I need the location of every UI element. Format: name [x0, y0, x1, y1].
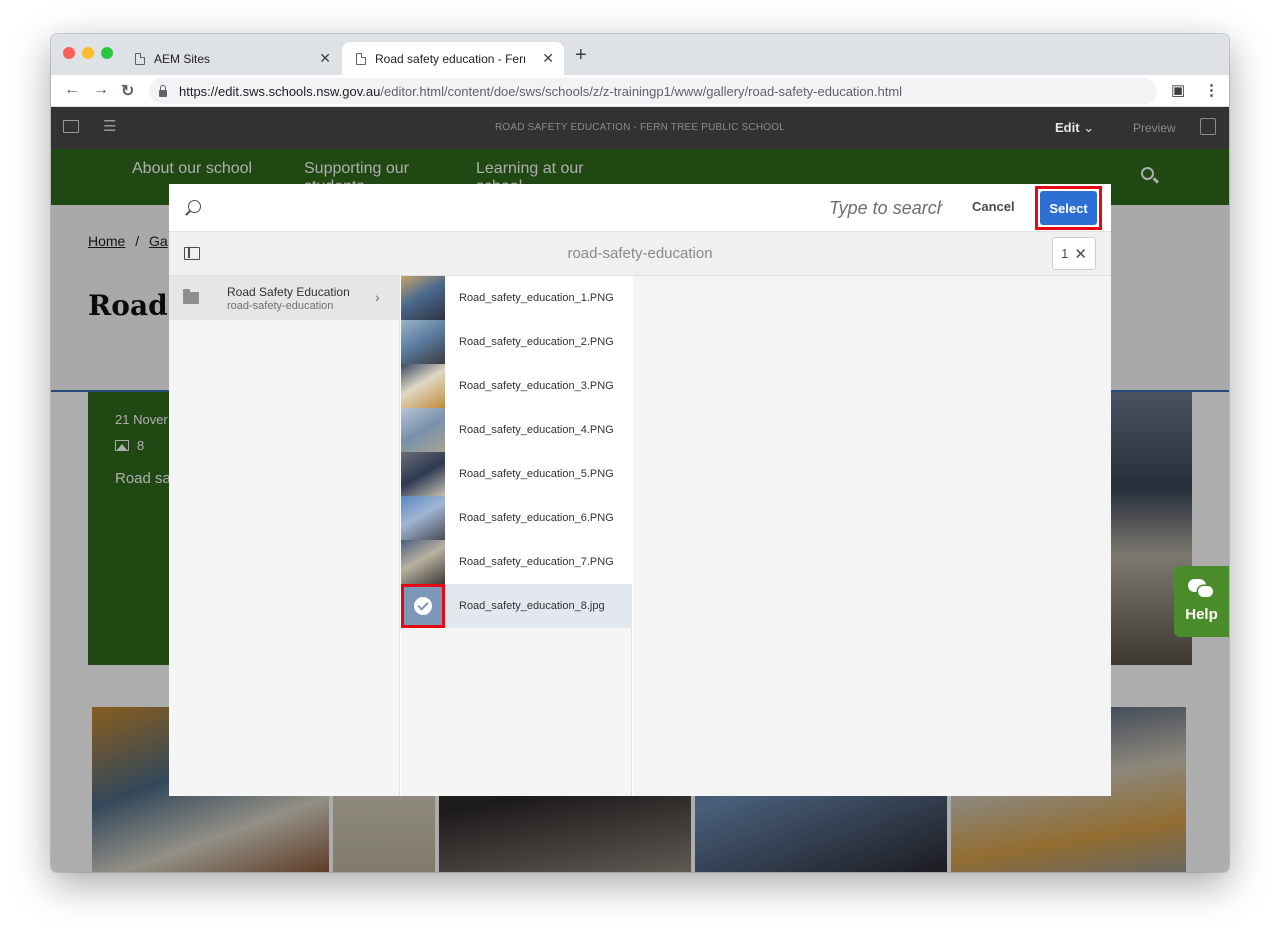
folder-name: Road Safety Education	[227, 285, 350, 299]
forward-arrow-icon[interactable]: →	[93, 81, 109, 99]
asset-item[interactable]: Road_safety_education_1.PNG	[401, 276, 632, 320]
chevron-down-icon: ⌄	[1083, 120, 1095, 135]
tab-road-safety-education[interactable]: Road safety education - Fern T ✕	[342, 42, 564, 75]
asset-item[interactable]: Road_safety_education_3.PNG	[401, 364, 632, 408]
document-icon	[356, 52, 366, 65]
asset-item[interactable]: Road_safety_education_2.PNG	[401, 320, 632, 364]
close-tab-icon[interactable]: ✕	[542, 50, 554, 67]
asset-name: Road_safety_education_8.jpg	[459, 600, 605, 612]
asset-name: Road_safety_education_4.PNG	[459, 424, 614, 436]
clipboard-extension-icon[interactable]: ▣	[1171, 81, 1185, 99]
browser-toolbar: ← → ↻ https://edit.sws.schools.nsw.gov.a…	[51, 75, 1229, 107]
asset-item-selected[interactable]: Road_safety_education_8.jpg	[401, 584, 632, 628]
current-folder-title: road-safety-education	[567, 245, 713, 262]
asset-thumbnail	[401, 364, 445, 408]
address-bar[interactable]: https://edit.sws.schools.nsw.gov.au/edit…	[149, 78, 1157, 104]
asset-item[interactable]: Road_safety_education_5.PNG	[401, 452, 632, 496]
folder-path: road-safety-education	[227, 300, 334, 312]
picker-subheader: road-safety-education 1 ✕	[169, 232, 1111, 276]
asset-thumbnail	[401, 276, 445, 320]
picker-header: Cancel Select	[169, 184, 1111, 232]
preview-button[interactable]: Preview	[1133, 121, 1176, 135]
select-button[interactable]: Select	[1040, 191, 1097, 225]
browser-window: AEM Sites ✕ Road safety education - Fern…	[51, 34, 1229, 872]
asset-item[interactable]: Road_safety_education_4.PNG	[401, 408, 632, 452]
tab-aem-sites[interactable]: AEM Sites ✕	[135, 42, 341, 75]
document-icon	[135, 52, 145, 65]
folder-column: Road Safety Education road-safety-educat…	[169, 276, 400, 796]
asset-thumbnail	[401, 452, 445, 496]
asset-column: Road_safety_education_1.PNG Road_safety_…	[401, 276, 632, 796]
search-input[interactable]	[829, 195, 943, 221]
help-button[interactable]: Help	[1174, 566, 1229, 637]
chat-icon	[1188, 579, 1213, 597]
lock-icon	[159, 84, 167, 97]
mode-label: Edit	[1055, 120, 1080, 135]
url-host: https://edit.sws.schools.nsw.gov.au	[179, 83, 381, 99]
asset-name: Road_safety_education_6.PNG	[459, 512, 614, 524]
asset-name: Road_safety_education_5.PNG	[459, 468, 614, 480]
folder-icon	[183, 289, 199, 304]
clear-selection-icon: ✕	[1074, 245, 1087, 263]
tab-title: Road safety education - Fern T	[375, 51, 525, 66]
maximize-window-button[interactable]	[101, 47, 113, 59]
selection-count-button[interactable]: 1 ✕	[1052, 237, 1096, 270]
minimize-window-button[interactable]	[82, 47, 94, 59]
tab-title: AEM Sites	[154, 51, 211, 66]
asset-thumbnail	[401, 540, 445, 584]
reload-icon[interactable]: ↻	[121, 81, 134, 101]
new-tab-button[interactable]: +	[575, 45, 587, 65]
mode-selector[interactable]: Edit ⌄	[1055, 120, 1094, 136]
browser-menu-icon[interactable]: ⋮	[1204, 81, 1219, 99]
asset-picker-dialog: Cancel Select road-safety-education 1 ✕ …	[169, 184, 1111, 796]
asset-thumbnail	[401, 320, 445, 364]
asset-name: Road_safety_education_7.PNG	[459, 556, 614, 568]
aem-page-title: ROAD SAFETY EDUCATION - FERN TREE PUBLIC…	[494, 122, 785, 133]
checkbox-highlight	[401, 584, 445, 628]
help-label: Help	[1185, 606, 1218, 623]
aem-editor-bar: ☰ ROAD SAFETY EDUCATION - FERN TREE PUBL…	[51, 107, 1229, 149]
asset-name: Road_safety_education_2.PNG	[459, 336, 614, 348]
tab-strip: AEM Sites ✕ Road safety education - Fern…	[51, 34, 1229, 75]
close-tab-icon[interactable]: ✕	[319, 50, 331, 67]
back-arrow-icon[interactable]: ←	[64, 81, 80, 99]
asset-name: Road_safety_education_3.PNG	[459, 380, 614, 392]
close-window-button[interactable]	[63, 47, 75, 59]
asset-item[interactable]: Road_safety_education_6.PNG	[401, 496, 632, 540]
search-icon[interactable]	[188, 200, 201, 213]
selection-count-value: 1	[1061, 246, 1069, 261]
url-path: /editor.html/content/doe/sws/schools/z/z…	[380, 83, 903, 99]
asset-name: Road_safety_education_1.PNG	[459, 292, 614, 304]
asset-item[interactable]: Road_safety_education_7.PNG	[401, 540, 632, 584]
cancel-button[interactable]: Cancel	[972, 199, 1015, 214]
asset-thumbnail	[401, 496, 445, 540]
folder-item[interactable]: Road Safety Education road-safety-educat…	[169, 276, 400, 320]
chevron-right-icon: ›	[375, 289, 380, 305]
annotate-icon[interactable]	[1200, 118, 1216, 135]
asset-thumbnail	[401, 408, 445, 452]
preview-column	[633, 276, 1111, 796]
